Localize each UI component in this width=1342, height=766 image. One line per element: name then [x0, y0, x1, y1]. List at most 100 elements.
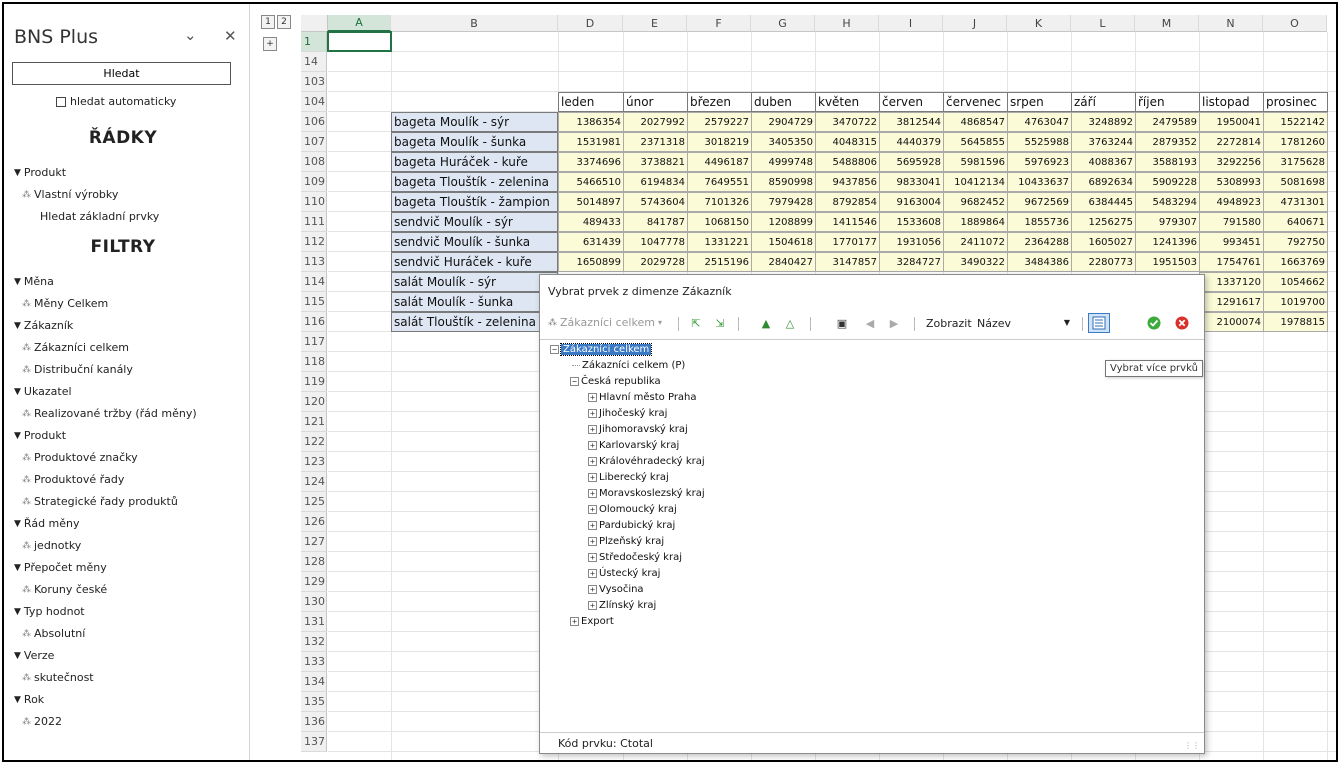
row-header[interactable]: 127 [301, 532, 327, 552]
value-cell[interactable]: 9672569 [1007, 192, 1072, 212]
value-cell[interactable]: 3405350 [751, 132, 816, 152]
value-cell[interactable]: 841787 [623, 212, 688, 232]
value-cell[interactable]: 7649551 [687, 172, 752, 192]
value-cell[interactable]: 3374696 [558, 152, 624, 172]
value-cell[interactable]: 1605027 [1071, 232, 1136, 252]
value-cell[interactable]: 8590998 [751, 172, 816, 192]
value-cell[interactable]: 6892634 [1071, 172, 1136, 192]
tree-node-export[interactable]: + Export [570, 616, 614, 627]
tree-node-region[interactable]: + Olomoucký kraj [588, 504, 677, 515]
row-header[interactable]: 111 [301, 212, 327, 232]
sidebar-item-member[interactable]: ⁂ Produktové značky [22, 451, 138, 464]
row-header[interactable]: 108 [301, 152, 327, 172]
row-header[interactable]: 133 [301, 652, 327, 672]
value-cell[interactable]: 4868547 [943, 112, 1008, 132]
value-cell[interactable]: 3284727 [879, 252, 944, 272]
month-header[interactable]: únor [623, 92, 688, 112]
expand-toggle[interactable]: + [588, 441, 597, 450]
row-header[interactable]: 129 [301, 572, 327, 592]
value-cell[interactable]: 640671 [1263, 212, 1328, 232]
sidebar-item-member[interactable]: ⁂ Zákazníci celkem [22, 341, 129, 354]
column-header[interactable]: O [1263, 15, 1327, 32]
value-cell[interactable]: 4999748 [751, 152, 816, 172]
expand-toggle[interactable]: + [588, 505, 597, 514]
column-header[interactable]: G [751, 15, 815, 32]
expand-toggle[interactable]: + [588, 409, 597, 418]
value-cell[interactable]: 4088367 [1071, 152, 1136, 172]
column-header[interactable]: B [391, 15, 558, 32]
resize-grip-icon[interactable]: ⋮⋮ [1184, 741, 1200, 750]
sidebar-item-group[interactable]: ▼ Typ hodnot [14, 605, 85, 618]
value-cell[interactable]: 2515196 [687, 252, 752, 272]
column-header[interactable]: H [815, 15, 879, 32]
outline-expand-button[interactable]: + [263, 37, 277, 51]
value-cell[interactable]: 7979428 [751, 192, 816, 212]
tree-node-region[interactable]: + Ústecký kraj [588, 568, 660, 579]
value-cell[interactable]: 3490322 [943, 252, 1008, 272]
expand-toggle[interactable]: + [588, 537, 597, 546]
row-header[interactable]: 103 [301, 72, 327, 92]
tree-node-region[interactable]: + Hlavní město Praha [588, 392, 697, 403]
value-cell[interactable]: 1522142 [1263, 112, 1328, 132]
row-header[interactable]: 110 [301, 192, 327, 212]
cancel-button[interactable] [1174, 315, 1190, 331]
value-cell[interactable]: 2411072 [943, 232, 1008, 252]
value-cell[interactable]: 5466510 [558, 172, 624, 192]
collapse-toggle[interactable]: − [570, 377, 579, 386]
outline-level-1[interactable]: 1 [261, 15, 275, 29]
row-label[interactable]: bageta Moulík - sýr [391, 112, 558, 132]
expand-toggle[interactable]: + [588, 569, 597, 578]
value-cell[interactable]: 5081698 [1263, 172, 1328, 192]
value-cell[interactable]: 9833041 [879, 172, 944, 192]
value-cell[interactable]: 792750 [1263, 232, 1328, 252]
tree-node-region[interactable]: + Plzeňský kraj [588, 536, 664, 547]
value-cell[interactable]: 2029728 [623, 252, 688, 272]
value-cell[interactable]: 5743604 [623, 192, 688, 212]
column-header[interactable]: K [1007, 15, 1071, 32]
auto-search-option[interactable]: hledat automaticky [56, 95, 176, 108]
value-cell[interactable]: 1054662 [1263, 272, 1328, 292]
value-cell[interactable]: 10412134 [943, 172, 1008, 192]
value-cell[interactable]: 1047778 [623, 232, 688, 252]
sidebar-item-member[interactable]: ⁂ Vlastní výrobky [22, 188, 118, 201]
sidebar-item-member[interactable]: ⁂ Produktové řady [22, 473, 124, 486]
value-cell[interactable]: 3763244 [1071, 132, 1136, 152]
value-cell[interactable]: 9437856 [815, 172, 880, 192]
value-cell[interactable]: 2840427 [751, 252, 816, 272]
value-cell[interactable]: 8792854 [815, 192, 880, 212]
month-header[interactable]: březen [687, 92, 752, 112]
sidebar-item-member[interactable]: ⁂ Koruny české [22, 583, 107, 596]
value-cell[interactable]: 2364288 [1007, 232, 1072, 252]
row-header[interactable]: 113 [301, 252, 327, 272]
row-header[interactable]: 123 [301, 452, 327, 472]
value-cell[interactable]: 2479589 [1135, 112, 1200, 132]
value-cell[interactable]: 4948923 [1199, 192, 1264, 212]
value-cell[interactable]: 3738821 [623, 152, 688, 172]
expand-toggle[interactable]: + [588, 473, 597, 482]
value-cell[interactable]: 1504618 [751, 232, 816, 252]
sidebar-item-group[interactable]: ▼ Měna [14, 275, 54, 288]
value-cell[interactable]: 1770177 [815, 232, 880, 252]
value-cell[interactable]: 1291617 [1199, 292, 1264, 312]
value-cell[interactable]: 2371318 [623, 132, 688, 152]
tree-node-region[interactable]: + Královéhradecký kraj [588, 456, 705, 467]
value-cell[interactable]: 5525988 [1007, 132, 1072, 152]
value-cell[interactable]: 3588193 [1135, 152, 1200, 172]
column-header[interactable]: I [879, 15, 943, 32]
row-label[interactable]: salát Moulík - sýr [391, 272, 558, 292]
row-header[interactable]: 134 [301, 672, 327, 692]
month-header[interactable]: listopad [1199, 92, 1264, 112]
row-header[interactable]: 117 [301, 332, 327, 352]
collapse-toggle[interactable]: − [550, 345, 559, 354]
value-cell[interactable]: 5981596 [943, 152, 1008, 172]
value-cell[interactable]: 3812544 [879, 112, 944, 132]
row-label[interactable]: bageta Moulík - šunka [391, 132, 558, 152]
row-header[interactable]: 112 [301, 232, 327, 252]
active-cell[interactable] [327, 31, 392, 52]
value-cell[interactable]: 6194834 [623, 172, 688, 192]
multi-select-button[interactable] [1088, 313, 1110, 333]
sidebar-item-group[interactable]: ▼ Řád měny [14, 517, 80, 530]
column-header[interactable]: D [558, 15, 623, 32]
sidebar-item-group[interactable]: ▼ Přepočet měny [14, 561, 107, 574]
month-header[interactable]: září [1071, 92, 1136, 112]
